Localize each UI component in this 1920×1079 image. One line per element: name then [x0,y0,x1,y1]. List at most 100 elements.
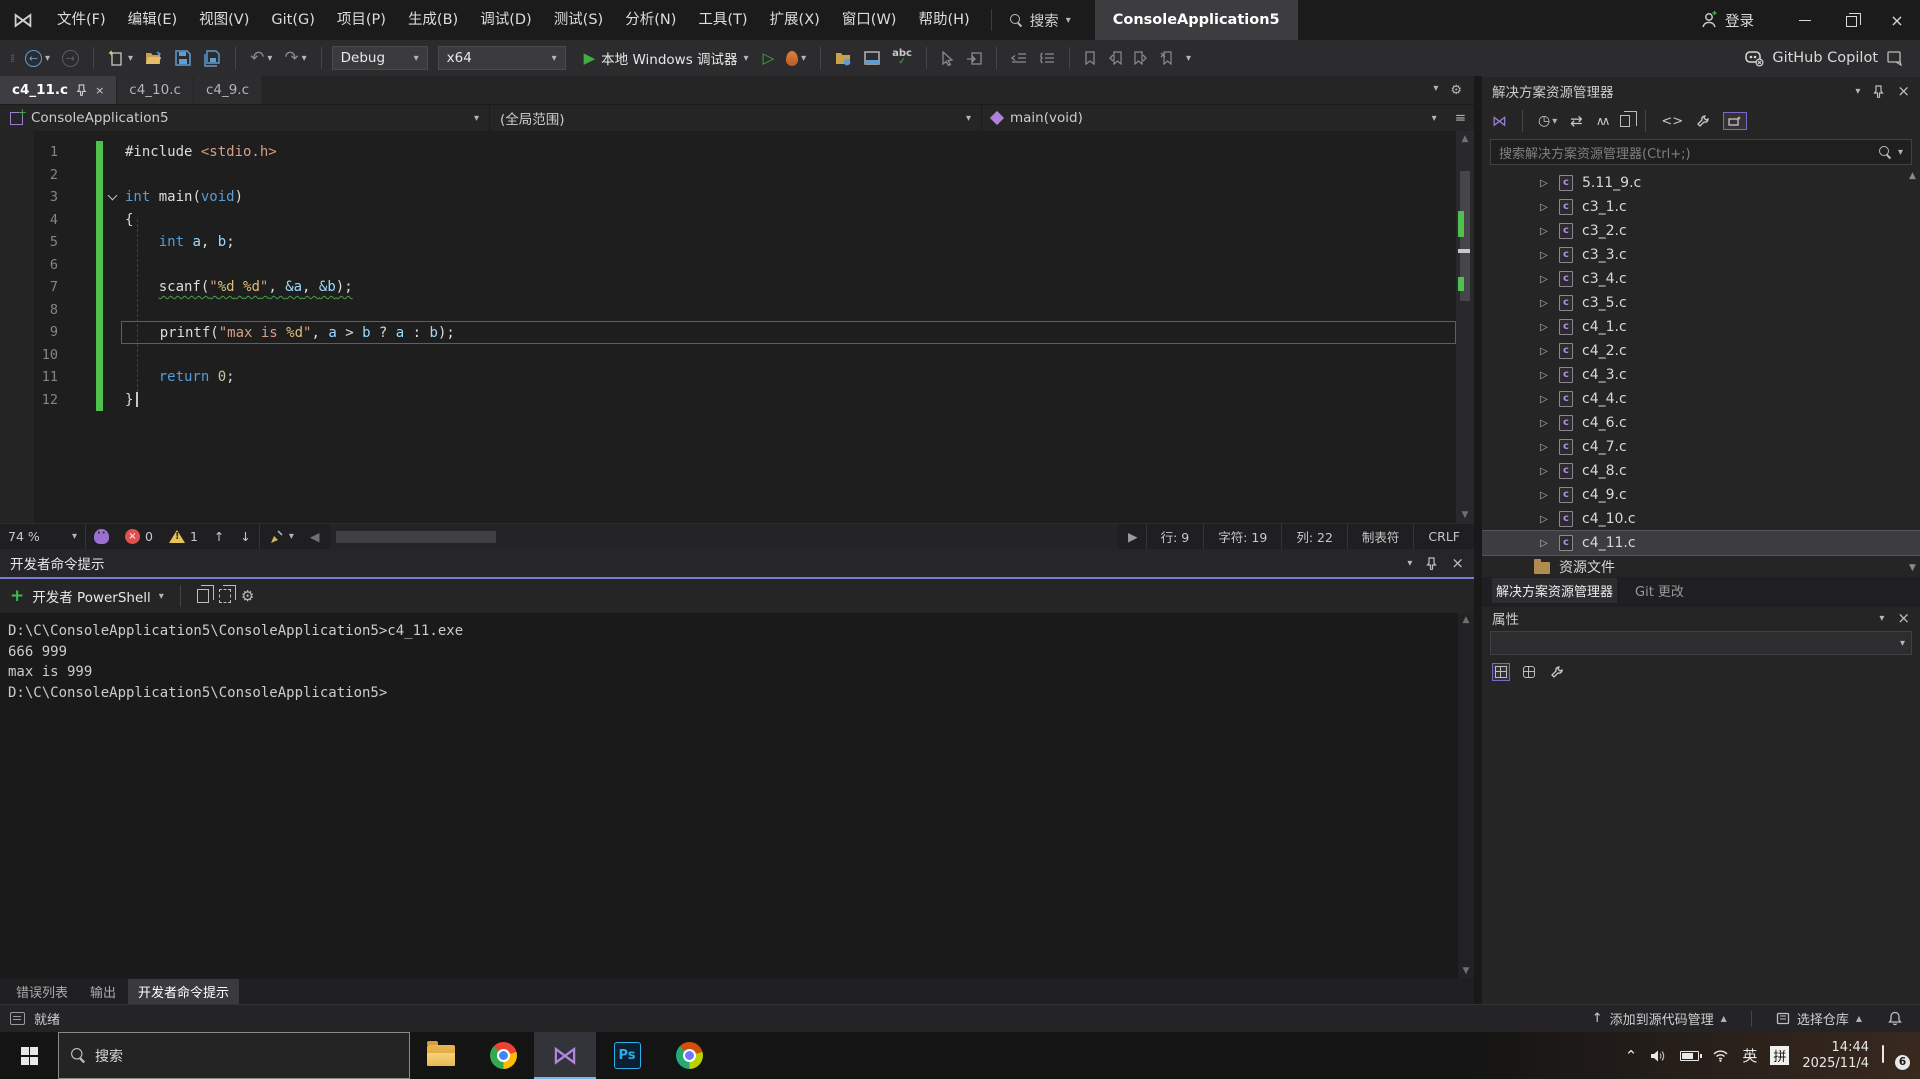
navigate-back-button[interactable]: ← ▾ [21,47,54,70]
configuration-select[interactable]: Debug ▾ [331,46,428,70]
view-code-button[interactable]: <> [1661,114,1683,129]
tree-item[interactable]: ▷ c c3_4.c [1482,267,1920,291]
tab-list-dropdown-icon[interactable]: ▾ [1433,83,1438,98]
tree-item[interactable]: ▷ c c3_5.c [1482,291,1920,315]
hot-reload-button[interactable]: ▾ [782,48,810,69]
tabs-mode[interactable]: 制表符 [1346,524,1414,549]
taskbar-browser-profile-icon[interactable] [658,1032,720,1079]
menu-item[interactable]: 扩展(X) [759,0,831,40]
properties-object-select[interactable]: ▾ [1490,631,1912,655]
fold-column[interactable] [103,389,121,412]
restore-button[interactable] [1828,0,1874,40]
quick-search-button[interactable]: 搜索 ▾ [1002,10,1079,31]
scope-dropdown[interactable]: (全局范围) ▾ [490,105,982,131]
solution-search-input[interactable]: 搜索解决方案资源管理器(Ctrl+;) ▾ [1490,139,1912,165]
terminal-settings-gear-icon[interactable]: ⚙ [241,587,254,605]
fold-column[interactable] [103,254,121,277]
toolbar-grip[interactable]: ⁞⁞ [10,52,15,65]
select-repository-button[interactable]: 选择仓库 ▲ [1768,1009,1870,1028]
tree-expand-icon[interactable]: ▷ [1540,250,1550,261]
switch-views-button[interactable]: ⋈ [1492,112,1507,130]
tree-expand-icon[interactable]: ▷ [1540,202,1550,213]
zoom-select[interactable]: 74 % ▾ [0,524,86,549]
fold-column[interactable] [103,141,121,164]
taskbar-search-input[interactable]: 搜索 [58,1032,410,1079]
fold-column[interactable] [103,321,121,344]
fold-column[interactable] [103,231,121,254]
tree-expand-icon[interactable]: ▷ [1540,346,1550,357]
scroll-up-icon[interactable]: ▲ [1458,615,1474,625]
taskbar-visual-studio-icon[interactable]: ⋈ [534,1032,596,1079]
tree-expand-icon[interactable]: ▷ [1540,442,1550,453]
save-button[interactable] [171,47,195,69]
fold-column[interactable] [103,209,121,232]
tab-options-gear-icon[interactable]: ⚙ [1450,83,1462,98]
notifications-bell-button[interactable] [1880,1011,1910,1026]
copilot-button[interactable]: GitHub Copilot [1744,49,1914,67]
tree-scrollbar[interactable]: ▲ ▼ [1905,167,1920,577]
tree-expand-icon[interactable]: ▷ [1540,322,1550,333]
tree-item[interactable]: ▷ c c3_2.c [1482,219,1920,243]
navbar-options-icon[interactable]: ≡ [1447,105,1474,131]
action-center-button[interactable]: 6 [1882,1044,1910,1070]
tool-window-tab[interactable]: 解决方案资源管理器 [1492,577,1618,603]
show-output-window-button[interactable] [860,48,884,68]
ime-pinyin-indicator[interactable]: 拼 [1770,1046,1790,1065]
hidden-icons-chevron[interactable]: ⌃ [1625,1047,1638,1065]
solution-explorer-header[interactable]: 解决方案资源管理器 ▾ × [1482,77,1920,105]
fold-column[interactable] [103,299,121,322]
copy-icon[interactable] [196,585,214,603]
volume-icon[interactable] [1650,1049,1667,1063]
taskbar-file-explorer-icon[interactable] [410,1032,472,1079]
menu-item[interactable]: 编辑(E) [117,0,188,40]
scroll-down-icon[interactable]: ▼ [1456,510,1474,520]
menu-item[interactable]: 项目(P) [326,0,397,40]
tree-expand-icon[interactable]: ▷ [1540,490,1550,501]
tree-expand-icon[interactable]: ▷ [1540,370,1550,381]
code-editor[interactable]: 1 #include <stdio.h> 2 3 int main(void) 4{5 i… [0,131,1474,523]
tool-window-tab[interactable]: Git 更改 [1631,578,1688,603]
next-issue-button[interactable]: ↓ [232,524,258,549]
prev-bookmark-button[interactable] [1104,48,1126,68]
background-tasks-icon[interactable] [10,1012,25,1025]
start-debugging-button[interactable]: ▶ 本地 Windows 调试器 ▾ [578,48,755,68]
scroll-down-icon[interactable]: ▼ [1905,563,1920,573]
tree-item[interactable]: ▷ c c4_9.c [1482,483,1920,507]
tree-expand-icon[interactable]: ▷ [1540,466,1550,477]
tree-expand-icon[interactable]: ▷ [1540,514,1550,525]
scroll-up-icon[interactable]: ▲ [1456,134,1474,144]
wifi-icon[interactable] [1712,1049,1729,1062]
add-to-source-control-button[interactable]: ↑ 添加到源代码管理 ▲ [1584,1009,1735,1028]
menu-item[interactable]: 帮助(H) [907,0,980,40]
properties-copy-button[interactable] [1620,111,1638,127]
redo-button[interactable]: ↷ ▾ [280,45,310,71]
ime-english-indicator[interactable]: 英 [1742,1045,1757,1066]
sign-in-button[interactable]: 登录 [1700,10,1754,31]
next-bookmark-button[interactable] [1130,48,1152,68]
terminal-output[interactable]: D:\C\ConsoleApplication5\ConsoleApplicat… [0,613,1474,978]
undo-button[interactable]: ↶ ▾ [246,45,276,71]
panel-tab[interactable]: 输出 [80,979,126,1004]
fold-column[interactable] [103,366,121,389]
pin-icon[interactable] [76,84,87,96]
close-tab-icon[interactable]: × [95,84,104,97]
terminal-scrollbar[interactable]: ▲ ▼ [1458,613,1474,978]
properties-wrench-button[interactable] [1696,114,1710,128]
select-pointer-button[interactable] [937,48,958,69]
menu-item[interactable]: 视图(V) [188,0,260,40]
close-panel-icon[interactable]: × [1451,554,1464,572]
platform-select[interactable]: x64 ▾ [437,46,566,70]
scroll-down-icon[interactable]: ▼ [1458,966,1474,976]
tree-expand-icon[interactable]: ▷ [1540,274,1550,285]
tree-expand-icon[interactable]: ▷ [1540,226,1550,237]
tree-expand-icon[interactable]: ▷ [1540,178,1550,189]
fold-column[interactable] [103,344,121,367]
error-count[interactable]: × 0 [117,524,161,549]
fold-column[interactable] [103,276,121,299]
code-health-indicator[interactable] [86,524,117,549]
tree-expand-icon[interactable]: ▷ [1540,418,1550,429]
properties-header[interactable]: 属性 ▾ × [1482,603,1920,629]
close-button[interactable]: × [1874,0,1920,40]
tree-expand-icon[interactable]: ▷ [1540,538,1550,549]
menu-item[interactable]: 生成(B) [397,0,469,40]
